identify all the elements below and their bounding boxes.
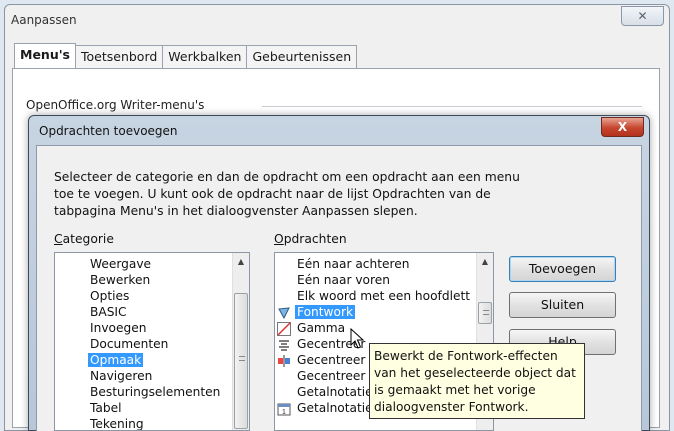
category-item[interactable]: BASIC — [88, 304, 222, 320]
fontwork-icon — [277, 306, 291, 320]
tab-bar: Menu's Toetsenbord Werkbalken Gebeurteni… — [14, 43, 358, 68]
window-title: Aanpassen — [11, 13, 77, 27]
category-item-label: Documenten — [90, 337, 169, 351]
category-label-rest: ategorie — [62, 232, 114, 246]
commands-label-rest: pdrachten — [283, 232, 347, 246]
blank-icon — [277, 290, 291, 304]
close-icon: X — [617, 120, 628, 134]
close-button[interactable]: Sluiten — [509, 292, 616, 318]
category-item[interactable]: Besturingselementen — [88, 384, 222, 400]
command-item[interactable]: Eén naar achteren — [277, 256, 475, 272]
category-scroll-thumb[interactable] — [234, 293, 248, 429]
category-label: Categorie — [54, 232, 114, 246]
category-item[interactable]: Invoegen — [88, 320, 222, 336]
command-item-label: Getalnotatie — [297, 385, 373, 399]
category-item-label: Bewerken — [90, 273, 151, 287]
command-item[interactable]: Elk woord met een hoofdlett — [277, 288, 475, 304]
dialog-title: Opdrachten toevoegen — [39, 124, 178, 138]
command-item[interactable]: Eén naar voren — [277, 272, 475, 288]
category-item-label: Tekening — [90, 417, 144, 431]
category-item[interactable]: Opmaak — [88, 352, 222, 368]
fontwork-tooltip: Bewerkt de Fontwork-effecten van het ges… — [369, 343, 585, 419]
category-item[interactable]: Bewerken — [88, 272, 222, 288]
category-item-label: Opties — [90, 289, 130, 303]
svg-text:1: 1 — [282, 409, 286, 416]
dialog-close-button[interactable]: X — [601, 117, 644, 137]
command-item-label: Eén naar achteren — [297, 257, 410, 271]
blank-icon — [277, 386, 291, 400]
scroll-grip-icon — [239, 356, 245, 361]
blank-icon — [277, 258, 291, 272]
category-label-accesskey: C — [54, 232, 63, 246]
category-item[interactable]: Navigeren — [88, 368, 222, 384]
category-item[interactable]: Weergave — [88, 256, 222, 272]
category-item[interactable]: Tekening — [88, 416, 222, 431]
category-item-label: Tabel — [90, 401, 122, 415]
command-item[interactable]: Fontwork — [277, 304, 475, 320]
category-item[interactable]: Tabel — [88, 400, 222, 416]
window-close-button[interactable]: ✕ — [621, 6, 664, 26]
command-item[interactable]: Gamma — [277, 320, 475, 336]
blank-icon — [277, 274, 291, 288]
category-item-label: Opmaak — [88, 353, 144, 367]
close-icon: ✕ — [637, 9, 648, 23]
gamma-icon — [277, 321, 291, 336]
command-item-label: Gamma — [297, 321, 346, 335]
date-format-icon: 1 — [277, 402, 291, 416]
commands-label-accesskey: O — [274, 232, 284, 246]
menus-group-label: OpenOffice.org Writer-menu's — [26, 98, 209, 112]
center-object-icon — [277, 354, 291, 368]
commands-label: Opdrachten — [274, 232, 347, 246]
command-item-label: Gecentreer — [297, 369, 366, 383]
align-center-icon — [277, 338, 291, 352]
tab-menus[interactable]: Menu's — [14, 43, 76, 68]
category-item-label: BASIC — [90, 305, 127, 319]
category-item[interactable]: Opties — [88, 288, 222, 304]
blank-icon — [277, 370, 291, 384]
scroll-up-arrow-icon[interactable]: ▲ — [233, 253, 249, 270]
category-list[interactable]: Weergave Bewerken Opties BASIC Invoegen Docum… — [54, 252, 250, 431]
category-item-label: Weergave — [90, 257, 152, 271]
category-item-label: Navigeren — [90, 369, 153, 383]
category-scrollbar[interactable]: ▲ — [232, 253, 249, 430]
tab-events[interactable]: Gebeurtenissen — [246, 45, 358, 68]
command-item-label: Fontwork — [295, 305, 356, 319]
tab-toolbars[interactable]: Werkbalken — [162, 45, 248, 68]
category-item-label: Besturingselementen — [90, 385, 221, 399]
scroll-grip-icon — [483, 310, 489, 315]
mouse-pointer-icon — [350, 328, 365, 349]
dialog-description: Selecteer de categorie en dan de opdrach… — [54, 170, 520, 218]
group-divider — [262, 106, 642, 107]
scroll-up-arrow-icon[interactable]: ▲ — [477, 253, 493, 270]
tab-keyboard[interactable]: Toetsenbord — [74, 45, 164, 68]
command-item-label: Elk woord met een hoofdlett — [297, 289, 471, 303]
category-item[interactable]: Documenten — [88, 336, 222, 352]
command-item-label: Eén naar voren — [297, 273, 390, 287]
command-item-label: Gecentreer — [297, 353, 366, 367]
category-item-label: Invoegen — [90, 321, 147, 335]
command-scroll-thumb[interactable] — [478, 302, 492, 324]
add-button[interactable]: Toevoegen — [509, 256, 616, 282]
